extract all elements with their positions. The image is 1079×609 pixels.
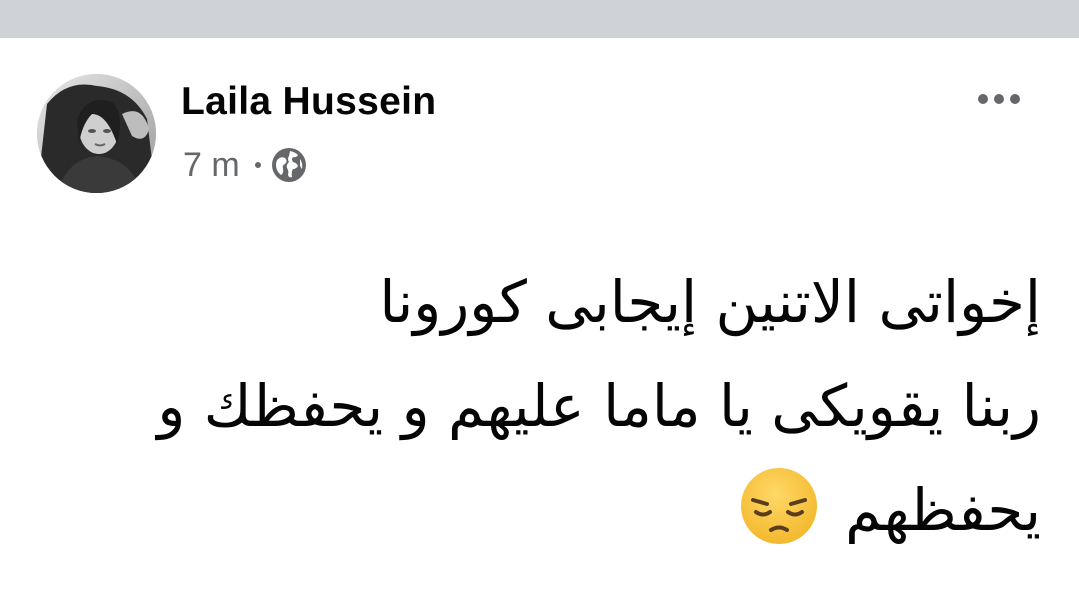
post-text-line-3-text: يحفظهم xyxy=(845,476,1041,544)
more-options-dot xyxy=(994,94,1004,104)
post-text-line-1: إخواتى الاتنين إيجابى كورونا xyxy=(379,268,1041,336)
avatar[interactable] xyxy=(37,74,156,193)
more-options-dot xyxy=(1010,94,1020,104)
separator-dot xyxy=(254,162,261,168)
post-text-line-2: ربنا يقويكى يا ماما عليهم و يحفظك و xyxy=(157,372,1041,440)
globe-icon[interactable] xyxy=(271,147,307,183)
post-meta: 7 m xyxy=(183,145,307,185)
more-options-button[interactable] xyxy=(969,84,1029,114)
top-bar xyxy=(0,0,1079,38)
post-text-line-3: يحفظهم xyxy=(60,458,1041,562)
more-options-icon xyxy=(978,94,988,104)
avatar-photo xyxy=(37,74,156,193)
author-name[interactable]: Laila Hussein xyxy=(181,80,436,124)
post-timestamp[interactable]: 7 m xyxy=(183,146,240,185)
pensive-face-emoji xyxy=(741,467,818,544)
post-text: إخواتى الاتنين إيجابى كورونا ربنا يقويكى… xyxy=(60,250,1041,562)
